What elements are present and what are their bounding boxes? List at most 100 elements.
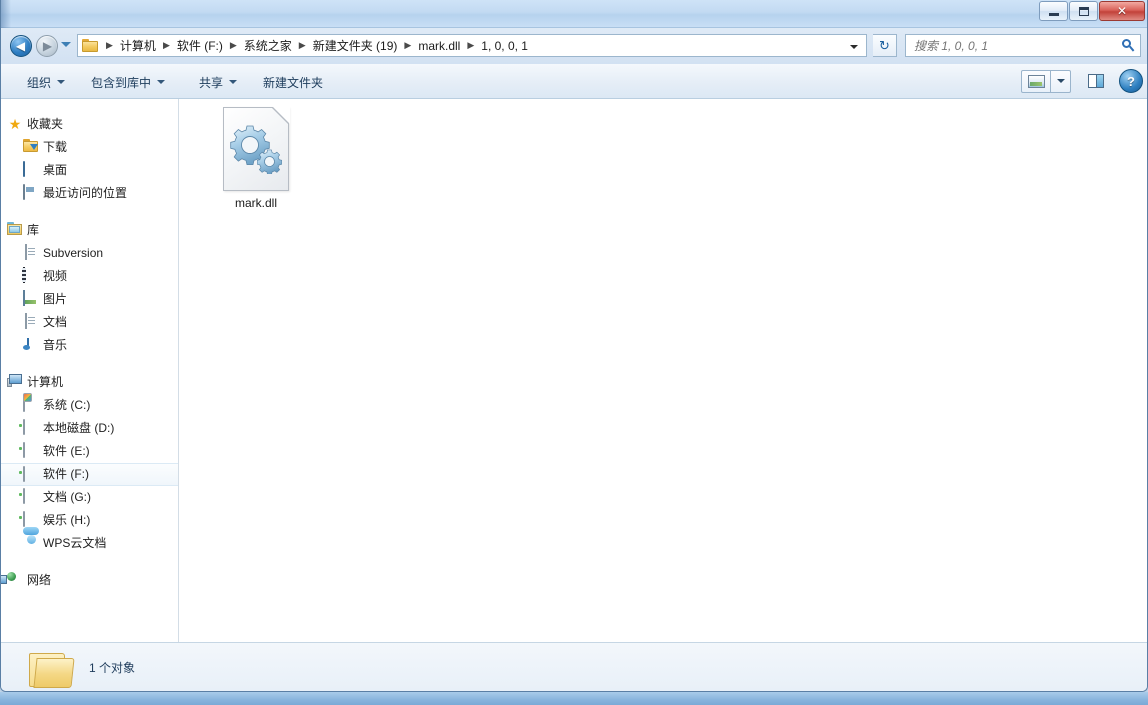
computer-icon <box>7 374 23 390</box>
command-bar: 组织 包含到库中 共享 新建文件夹 <box>1 64 1148 99</box>
sidebar-item-downloads[interactable]: 下载 <box>1 136 178 159</box>
window-controls: ✕ <box>1038 1 1145 21</box>
star-icon: ★ <box>7 116 23 132</box>
toolbar-right-group: ? <box>1021 69 1143 93</box>
change-view-button[interactable] <box>1021 70 1051 93</box>
breadcrumb-separator: ▶ <box>158 40 175 51</box>
sidebar-item-drive-g[interactable]: 文档 (G:) <box>1 486 178 509</box>
nav-group-libraries: 库 Subversion 视频 图片 文档 <box>1 219 178 357</box>
toolbar-new-folder[interactable]: 新建文件夹 <box>257 72 329 92</box>
back-arrow-icon: ◀ <box>16 40 25 52</box>
file-item-mark-dll[interactable]: mark.dll <box>201 107 311 211</box>
address-bar: ◀ ▶ ▶ 计算机 ▶ 软件 (F:) ▶ 系统之家 ▶ 新建文件夹 (19) … <box>1 28 1148 64</box>
drive-icon <box>23 512 39 528</box>
sidebar-item-music[interactable]: 音乐 <box>1 334 178 357</box>
sidebar-label: 最近访问的位置 <box>43 182 127 205</box>
breadcrumb-dropdown-icon[interactable] <box>850 45 858 49</box>
sidebar-label: 网络 <box>27 569 51 592</box>
sidebar-item-documents[interactable]: 文档 <box>1 311 178 334</box>
system-drive-icon <box>23 397 39 413</box>
toolbar-include-in-library[interactable]: 包含到库中 <box>85 72 171 92</box>
sidebar-label: 软件 (F:) <box>43 463 89 486</box>
breadcrumb[interactable]: ▶ 计算机 ▶ 软件 (F:) ▶ 系统之家 ▶ 新建文件夹 (19) ▶ ma… <box>77 34 867 57</box>
sidebar-label: Subversion <box>43 242 103 265</box>
forward-arrow-icon: ▶ <box>43 40 52 52</box>
breadcrumb-item-2[interactable]: 系统之家 <box>242 37 294 54</box>
preview-pane-icon <box>1088 74 1104 88</box>
sidebar-item-wps-cloud[interactable]: WPS云文档 <box>1 532 178 555</box>
help-icon: ? <box>1127 74 1135 89</box>
explorer-window: ✕ ◀ ▶ ▶ 计算机 ▶ 软件 (F:) ▶ 系统之家 ▶ 新建文件夹 (19… <box>0 0 1148 692</box>
minimize-button[interactable] <box>1039 1 1068 21</box>
sidebar-label: 库 <box>27 219 39 242</box>
nav-group-network: 网络 <box>1 569 178 592</box>
breadcrumb-item-4[interactable]: mark.dll <box>416 39 462 53</box>
file-list-pane[interactable]: mark.dll <box>179 99 1148 642</box>
sidebar-label: 文档 (G:) <box>43 486 91 509</box>
change-view-dropdown[interactable] <box>1051 70 1071 93</box>
breadcrumb-item-5[interactable]: 1, 0, 0, 1 <box>479 39 530 53</box>
gear-small-icon <box>257 149 282 174</box>
toolbar-new-folder-label: 新建文件夹 <box>263 74 323 91</box>
breadcrumb-item-0[interactable]: 计算机 <box>118 37 158 54</box>
status-bar: 1 个对象 <box>1 642 1148 691</box>
toolbar-share[interactable]: 共享 <box>193 72 243 92</box>
sidebar-item-videos[interactable]: 视频 <box>1 265 178 288</box>
picture-icon <box>23 291 39 307</box>
status-text: 1 个对象 <box>89 659 135 676</box>
sidebar-label: 收藏夹 <box>27 113 63 136</box>
file-name-label: mark.dll <box>235 196 277 211</box>
sidebar-label: 音乐 <box>43 334 67 357</box>
title-bar[interactable]: ✕ <box>1 0 1148 28</box>
back-button[interactable]: ◀ <box>10 35 32 57</box>
sidebar-item-subversion[interactable]: Subversion <box>1 242 178 265</box>
sidebar-item-desktop[interactable]: 桌面 <box>1 159 178 182</box>
history-dropdown-icon[interactable] <box>61 42 71 47</box>
breadcrumb-separator: ▶ <box>294 40 311 51</box>
search-icon <box>1118 36 1140 56</box>
sidebar-item-computer[interactable]: 计算机 <box>1 371 178 394</box>
sidebar-item-libraries[interactable]: 库 <box>1 219 178 242</box>
video-icon <box>23 268 39 284</box>
sidebar-item-drive-f[interactable]: 软件 (F:) <box>1 463 178 486</box>
drive-icon <box>23 420 39 436</box>
title-bar-shade <box>1 0 11 28</box>
network-icon <box>7 572 23 588</box>
sidebar-item-pictures[interactable]: 图片 <box>1 288 178 311</box>
toolbar-include-in-library-label: 包含到库中 <box>91 74 151 91</box>
minimize-icon <box>1049 13 1059 16</box>
search-box[interactable] <box>905 34 1141 57</box>
download-folder-icon <box>23 139 39 155</box>
sidebar-label: 软件 (E:) <box>43 440 90 463</box>
search-input[interactable] <box>912 35 1118 56</box>
sidebar-label: 下载 <box>43 136 67 159</box>
desktop-background <box>0 692 1148 705</box>
breadcrumb-separator: ▶ <box>101 40 118 51</box>
help-button[interactable]: ? <box>1119 69 1143 93</box>
sidebar-item-drive-c[interactable]: 系统 (C:) <box>1 394 178 417</box>
toolbar-organize[interactable]: 组织 <box>21 72 71 92</box>
sidebar-label: WPS云文档 <box>43 532 106 555</box>
breadcrumb-item-1[interactable]: 软件 (F:) <box>175 37 225 54</box>
chevron-down-icon <box>57 80 65 84</box>
chevron-down-icon <box>1057 79 1065 83</box>
sidebar-item-favorites[interactable]: ★ 收藏夹 <box>1 113 178 136</box>
sidebar-label: 计算机 <box>27 371 63 394</box>
sidebar-item-network[interactable]: 网络 <box>1 569 178 592</box>
sidebar-item-drive-d[interactable]: 本地磁盘 (D:) <box>1 417 178 440</box>
sidebar-label: 视频 <box>43 265 67 288</box>
preview-pane-button[interactable] <box>1085 70 1107 92</box>
close-button[interactable]: ✕ <box>1099 1 1145 21</box>
chevron-down-icon <box>229 80 237 84</box>
maximize-icon <box>1079 7 1089 16</box>
sidebar-label: 图片 <box>43 288 67 311</box>
navigation-pane[interactable]: ★ 收藏夹 下载 桌面 <box>1 99 179 642</box>
forward-button[interactable]: ▶ <box>36 35 58 57</box>
refresh-button[interactable]: ↻ <box>873 34 897 57</box>
breadcrumb-separator: ▶ <box>399 40 416 51</box>
sidebar-item-drive-e[interactable]: 软件 (E:) <box>1 440 178 463</box>
maximize-button[interactable] <box>1069 1 1098 21</box>
sidebar-item-recent-places[interactable]: 最近访问的位置 <box>1 182 178 205</box>
sidebar-label: 本地磁盘 (D:) <box>43 417 114 440</box>
breadcrumb-item-3[interactable]: 新建文件夹 (19) <box>311 37 400 54</box>
